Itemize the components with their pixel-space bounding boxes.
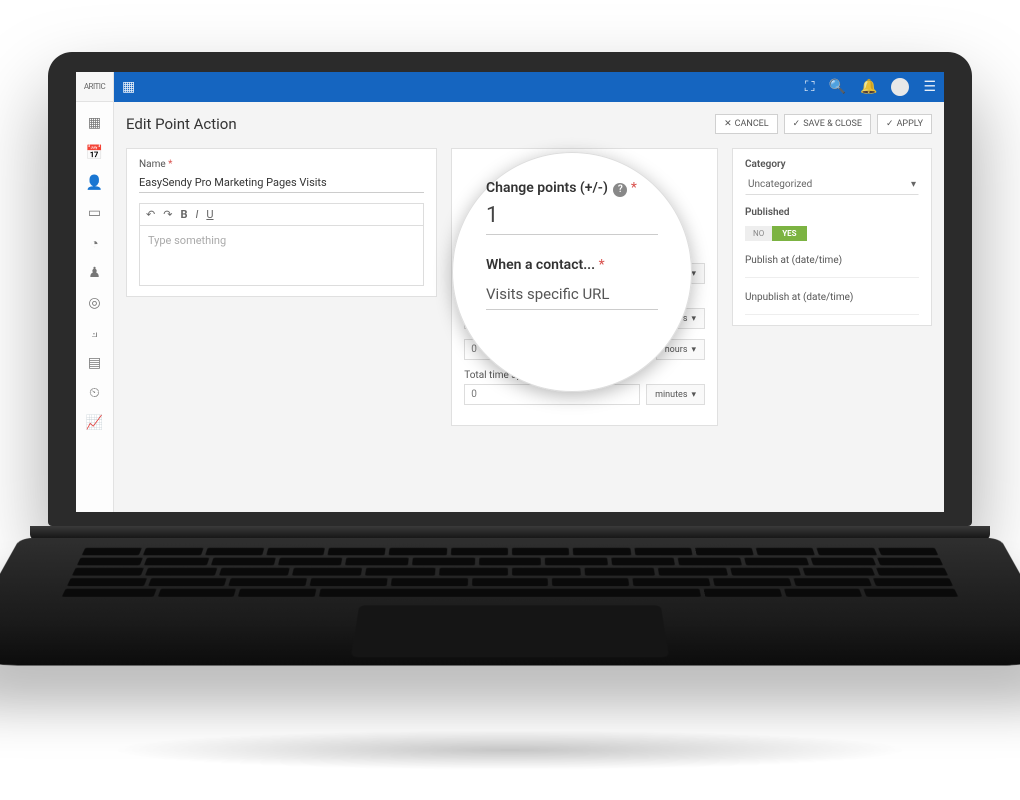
laptop-frame: ARITIC ▦ ⛶ 🔍 🔔 ☰ ▦ xyxy=(48,52,972,748)
category-select[interactable]: Uncategorized▾ xyxy=(745,174,919,195)
nav-grid-icon[interactable]: ▤ xyxy=(76,348,113,378)
toggle-no: NO xyxy=(745,226,772,241)
redo-icon[interactable]: ↷ xyxy=(163,208,172,221)
brand-text: ARITIC xyxy=(84,82,105,91)
fullscreen-icon[interactable]: ⛶ xyxy=(805,79,815,95)
magnifier-lens: Change points (+/-) ? * 1 When a contact… xyxy=(452,152,692,392)
right-panel: Category Uncategorized▾ Published NO YES… xyxy=(732,148,932,326)
nav-chart-icon[interactable]: 📈 xyxy=(76,408,113,438)
nav-pie-icon[interactable]: ◔ xyxy=(76,228,113,258)
brand-logo: ARITIC xyxy=(76,72,114,102)
keyboard-deck xyxy=(0,538,1020,666)
total-time-unit-select[interactable]: minutes ▾ xyxy=(646,384,705,405)
laptop-base xyxy=(48,526,972,748)
bold-icon[interactable]: B xyxy=(180,208,187,221)
screen-bezel: ARITIC ▦ ⛶ 🔍 🔔 ☰ ▦ xyxy=(48,52,972,526)
menu-grid-icon[interactable]: ▦ xyxy=(122,79,135,95)
left-panel: Name * ↶ ↷ B I U Type something xyxy=(126,148,437,297)
name-input[interactable] xyxy=(139,173,424,193)
italic-icon[interactable]: I xyxy=(195,208,198,221)
undo-icon[interactable]: ↶ xyxy=(146,208,155,221)
published-toggle[interactable]: NO YES xyxy=(745,226,807,241)
unpublish-at-label: Unpublish at (date/time) xyxy=(745,292,919,303)
unpublish-at-input[interactable] xyxy=(745,307,919,315)
apply-button[interactable]: ✓ APPLY xyxy=(877,114,932,134)
bell-icon[interactable]: 🔔 xyxy=(860,79,877,95)
header-bar: ▦ ⛶ 🔍 🔔 ☰ xyxy=(114,72,944,102)
search-icon[interactable]: 🔍 xyxy=(829,79,846,95)
avatar[interactable] xyxy=(891,78,909,96)
mag-change-label: Change points (+/-) ? * xyxy=(486,180,658,197)
mag-change-value[interactable]: 1 xyxy=(486,203,658,235)
hamburger-icon[interactable]: ☰ xyxy=(923,79,936,95)
apply-label: APPLY xyxy=(897,119,923,129)
nav-target-icon[interactable]: ◎ xyxy=(76,288,113,318)
mag-when-select[interactable]: Visits specific URL xyxy=(486,279,658,310)
cancel-button[interactable]: ✕ CANCEL xyxy=(715,114,778,134)
main-content: Edit Point Action ✕ CANCEL ✓ SAVE & CLOS… xyxy=(114,102,944,512)
toggle-yes: YES xyxy=(772,226,806,241)
name-label: Name * xyxy=(139,159,424,170)
nav-rss-icon[interactable]: ⟓ xyxy=(76,318,113,348)
keyboard xyxy=(62,548,958,597)
publish-at-label: Publish at (date/time) xyxy=(745,255,919,266)
cancel-label: CANCEL xyxy=(735,119,769,129)
trackpad xyxy=(351,605,669,657)
save-close-label: SAVE & CLOSE xyxy=(803,119,862,129)
nav-gauge-icon[interactable]: ⏲ xyxy=(76,378,113,408)
topbar: ARITIC ▦ ⛶ 🔍 🔔 ☰ xyxy=(76,72,944,102)
rte-toolbar: ↶ ↷ B I U xyxy=(139,203,424,226)
save-close-button[interactable]: ✓ SAVE & CLOSE xyxy=(784,114,871,134)
side-nav: ▦ 📅 👤 ▭ ◔ ♟ ◎ ⟓ ▤ ⏲ 📈 xyxy=(76,102,114,512)
underline-icon[interactable]: U xyxy=(206,208,213,221)
nav-calendar-icon[interactable]: 📅 xyxy=(76,138,113,168)
published-label: Published xyxy=(745,207,919,218)
drop-shadow xyxy=(110,730,910,770)
rte-editor[interactable]: Type something xyxy=(139,226,424,286)
page-title: Edit Point Action xyxy=(126,115,237,133)
nav-clipboard-icon[interactable]: ▭ xyxy=(76,198,113,228)
mag-when-label: When a contact... * xyxy=(486,257,658,273)
nav-puzzle-icon[interactable]: ♟ xyxy=(76,258,113,288)
publish-at-input[interactable] xyxy=(745,270,919,278)
app-screen: ARITIC ▦ ⛶ 🔍 🔔 ☰ ▦ xyxy=(76,72,944,512)
category-label: Category xyxy=(745,159,919,170)
nav-user-icon[interactable]: 👤 xyxy=(76,168,113,198)
nav-dashboard-icon[interactable]: ▦ xyxy=(76,108,113,138)
